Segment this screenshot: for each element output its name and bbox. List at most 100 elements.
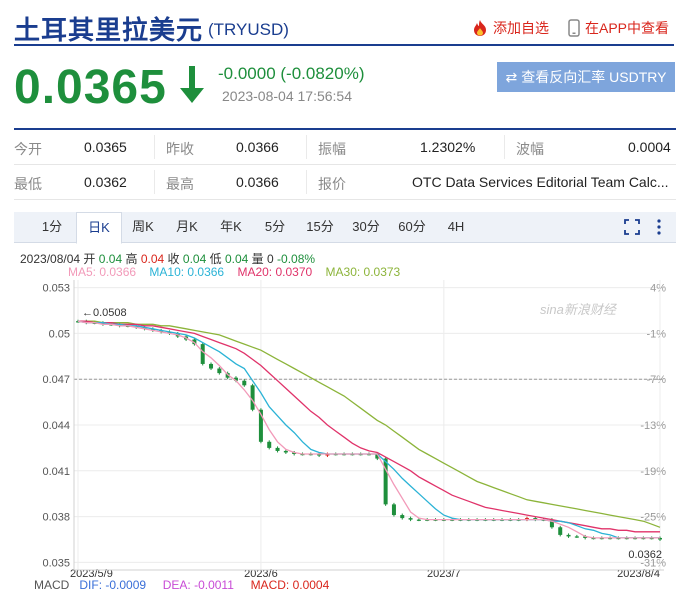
close-label: 收 <box>167 252 180 266</box>
low-value: 0.04 <box>224 252 249 266</box>
quote-stats-table: 今开 0.0365 昨收 0.0366 振幅 1.2302% 波幅 0.0004… <box>14 128 676 200</box>
page-title: 土耳其里拉美元 <box>14 15 204 45</box>
reverse-rate-label: 查看反向汇率 USDTRY <box>521 69 667 85</box>
stat-label-low: 最低 <box>14 176 42 192</box>
y-tick-label: 0.047 <box>42 374 70 386</box>
candle-body <box>242 380 247 386</box>
bar-date: 2023/08/04 <box>20 252 81 266</box>
current-price: 0.0365 <box>14 61 167 114</box>
close-value: 0.04 <box>182 252 207 266</box>
stat-label-amplitude: 振幅 <box>318 141 346 157</box>
volume-value: 0 <box>267 252 274 266</box>
y-tick-label: 0.044 <box>42 420 70 432</box>
tab-daily-k[interactable]: 日K <box>76 212 122 244</box>
view-in-app-button[interactable]: 在APP中查看 <box>568 18 669 38</box>
add-favorite-label: 添加自选 <box>493 20 549 36</box>
quote-time: 2023-08-04 17:56:54 <box>222 88 352 104</box>
candle-body <box>400 515 405 519</box>
ma-legend: MA5: 0.0366 MA10: 0.0366 MA20: 0.0370 MA… <box>68 265 400 279</box>
candle-body <box>566 534 571 537</box>
tab-1min[interactable]: 1分 <box>28 212 76 242</box>
high-label: 高 <box>125 252 138 266</box>
stat-value-low: 0.0362 <box>84 174 127 190</box>
flame-icon <box>474 20 486 36</box>
header-divider <box>14 44 674 46</box>
fullscreen-icon[interactable] <box>624 219 640 235</box>
ma10-line <box>77 320 660 539</box>
candle-body <box>267 441 272 448</box>
ma20-legend: MA20: 0.0370 <box>237 265 313 279</box>
candle-body <box>283 450 288 453</box>
y-tick-label: 0.041 <box>42 466 70 478</box>
price-change: -0.0000 (-0.0820%) <box>218 64 365 83</box>
candle-body <box>391 504 396 516</box>
stats-row: 今开 0.0365 昨收 0.0366 振幅 1.2302% 波幅 0.0004 <box>14 130 676 165</box>
ma30-legend: MA30: 0.0373 <box>325 265 401 279</box>
candle-body <box>275 447 280 451</box>
stat-label-open: 今开 <box>14 141 42 157</box>
stat-label-high: 最高 <box>166 176 194 192</box>
down-arrow-icon <box>180 66 204 103</box>
pct-tick-label: -7% <box>646 374 666 386</box>
stat-value-high: 0.0366 <box>236 174 279 190</box>
stat-value-amplitude: 1.2302% <box>420 139 476 155</box>
volume-label: 量 <box>251 252 264 266</box>
candle-body <box>416 519 421 521</box>
tab-monthly-k[interactable]: 月K <box>166 212 208 242</box>
y-tick-label: 0.053 <box>42 283 70 295</box>
page-header: 土耳其里拉美元 (TRYUSD) 添加自选 在APP中查看 <box>0 0 680 50</box>
tab-yearly-k[interactable]: 年K <box>210 212 252 242</box>
candle-body <box>217 368 222 374</box>
y-tick-label: 0.05 <box>49 328 70 340</box>
ma20-line <box>78 320 660 533</box>
tab-15min[interactable]: 15分 <box>298 212 342 242</box>
period-tabs: 1分 日K 周K 月K 年K 5分 15分 30分 60分 4H <box>14 212 676 244</box>
stat-value-open: 0.0365 <box>84 139 127 155</box>
y-tick-label: 0.035 <box>42 557 70 569</box>
phone-icon <box>568 19 580 37</box>
last-annotation: 0.0362 <box>628 549 662 561</box>
pct-tick-label: -1% <box>646 328 666 340</box>
stat-value-range: 0.0004 <box>628 139 671 155</box>
high-annotation: ←0.0508 <box>82 307 127 319</box>
macd-legend: MACD DIF: -0.0009 DEA: -0.0011 MACD: 0.0… <box>34 578 329 592</box>
view-in-app-label: 在APP中查看 <box>585 20 670 36</box>
candle-body <box>250 385 255 410</box>
tab-5min[interactable]: 5分 <box>254 212 296 242</box>
stat-label-quote-source: 报价 <box>318 176 346 192</box>
open-label: 开 <box>83 252 96 266</box>
tab-30min[interactable]: 30分 <box>344 212 388 242</box>
candle-body <box>200 344 205 364</box>
macd-value: MACD: 0.0004 <box>250 578 330 592</box>
open-value: 0.04 <box>98 252 123 266</box>
reverse-rate-button[interactable]: ⇄ 查看反向汇率 USDTRY <box>497 62 675 92</box>
ma5-legend: MA5: 0.0366 <box>68 265 137 279</box>
candle-body <box>574 536 579 538</box>
tab-60min[interactable]: 60分 <box>390 212 434 242</box>
stat-label-prev-close: 昨收 <box>166 141 194 157</box>
tab-weekly-k[interactable]: 周K <box>122 212 164 242</box>
stat-value-prev-close: 0.0366 <box>236 139 279 155</box>
kline-chart[interactable]: 0.053 4% 0.05 -1% 0.047 -7% 0.044 -13% 0.041 -19%… <box>0 278 680 580</box>
bar-change-pct: -0.08% <box>277 252 316 266</box>
more-icon[interactable] <box>656 218 662 236</box>
candle-body <box>209 363 214 369</box>
tab-4h[interactable]: 4H <box>436 212 476 242</box>
candle-body <box>408 518 413 520</box>
pct-tick-label: 4% <box>650 283 666 295</box>
add-favorite-button[interactable]: 添加自选 <box>472 18 549 38</box>
stats-row: 最低 0.0362 最高 0.0366 报价 OTC Data Services… <box>14 165 676 200</box>
stat-value-quote-source: OTC Data Services Editorial Team Calc... <box>412 174 669 190</box>
ma30-line <box>78 320 661 528</box>
candle-body <box>558 527 563 535</box>
y-tick-label: 0.038 <box>42 512 70 524</box>
symbol-code: (TRYUSD) <box>208 20 289 39</box>
ma10-legend: MA10: 0.0366 <box>149 265 225 279</box>
macd-dif: DIF: -0.0009 <box>79 578 147 592</box>
high-value: 0.04 <box>140 252 165 266</box>
swap-icon: ⇄ <box>505 68 518 85</box>
ma5-line <box>77 320 660 539</box>
low-label: 低 <box>209 252 222 266</box>
macd-dea: DEA: -0.0011 <box>162 578 234 592</box>
macd-title: MACD <box>34 578 70 592</box>
